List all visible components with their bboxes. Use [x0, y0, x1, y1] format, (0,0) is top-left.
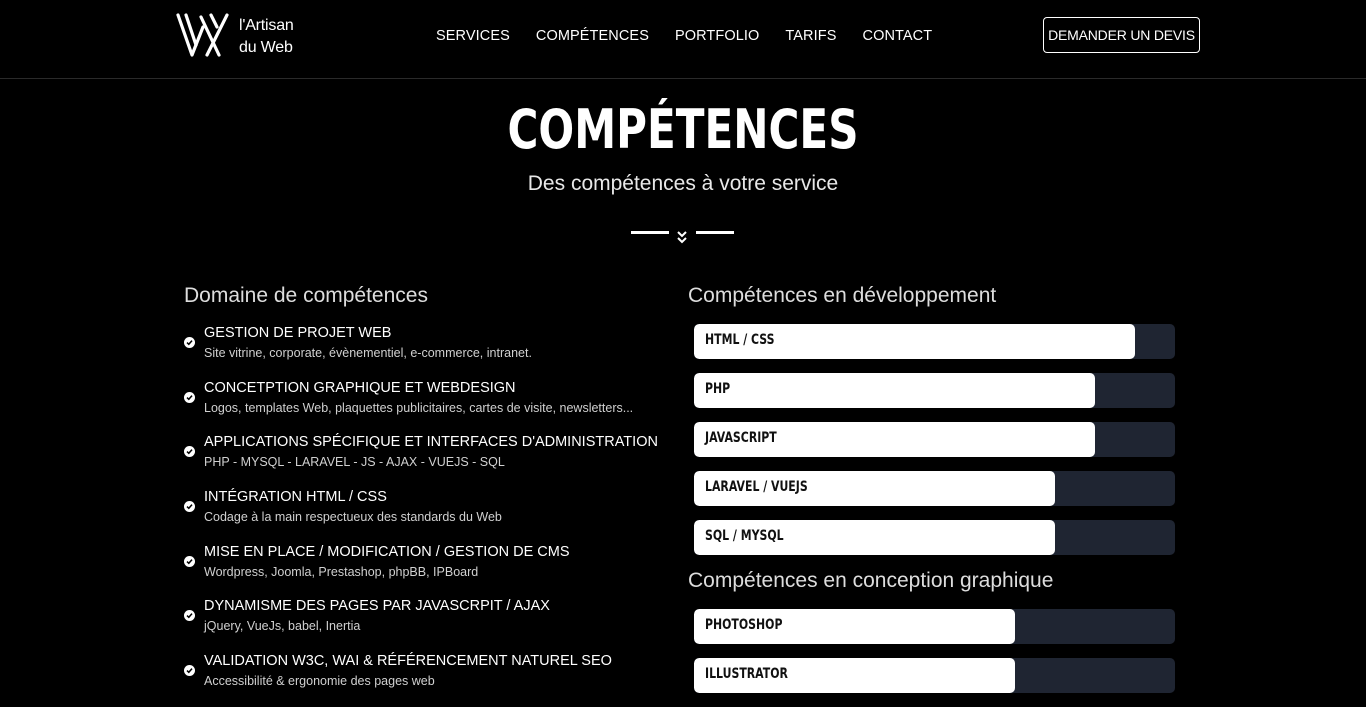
request-quote-button[interactable]: DEMANDER UN DEVIS	[1043, 17, 1200, 53]
skill-name: MISE EN PLACE / MODIFICATION / GESTION D…	[204, 543, 570, 560]
check-circle-icon	[184, 501, 195, 513]
skill-bar-label: PHOTOSHOP	[705, 617, 783, 633]
skill-bar: SQL / MYSQL	[694, 520, 1175, 555]
domain-title: Domaine de compétences	[184, 284, 428, 307]
skill-description: Logos, templates Web, plaquettes publici…	[204, 400, 634, 415]
divider-left	[631, 231, 669, 234]
nav-tarifs[interactable]: TARIFS	[785, 28, 836, 44]
check-circle-icon	[184, 337, 195, 348]
check-circle-icon	[184, 610, 195, 622]
check-circle-icon	[184, 391, 195, 403]
skill-name: GESTION DE PROJET WEB	[204, 325, 392, 341]
skill-name: VALIDATION W3C, WAI & RÉFÉRENCEMENT NATU…	[204, 653, 612, 670]
skill-bar-fill	[694, 373, 1096, 408]
nav-services[interactable]: SERVICES	[436, 28, 510, 44]
skill-name: DYNAMISME DES PAGES PAR JAVASCRPIT / AJA…	[204, 598, 550, 615]
skill-description: Accessibilité & ergonomie des pages web	[204, 674, 435, 689]
nav-portfolio[interactable]: PORTFOLIO	[675, 28, 759, 44]
skill-bar-label: LARAVEL / VUEJS	[705, 479, 808, 495]
skill-description: Wordpress, Joomla, Prestashop, phpBB, IP…	[204, 564, 479, 579]
skill-bar: PHOTOSHOP	[694, 609, 1175, 644]
skill-name: APPLICATIONS SPÉCIFIQUE ET INTERFACES D'…	[204, 434, 658, 451]
dev-skills-title: Compétences en développement	[688, 284, 997, 307]
skill-bar-label: SQL / MYSQL	[705, 528, 784, 544]
skill-name: CONCETPTION GRAPHIQUE ET WEBDESIGN	[204, 379, 516, 396]
nav-contact[interactable]: CONTACT	[863, 28, 933, 44]
check-circle-icon	[184, 446, 195, 458]
check-circle-icon	[184, 665, 195, 677]
skill-bar: LARAVEL / VUEJS	[694, 471, 1175, 506]
list-item: VALIDATION W3C, WAI & RÉFÉRENCEMENT NATU…	[184, 652, 664, 707]
logo-mark-icon	[176, 13, 229, 57]
main-nav: SERVICES COMPÉTENCES PORTFOLIO TARIFS CO…	[423, 28, 945, 44]
skill-description: jQuery, VueJs, babel, Inertia	[204, 619, 361, 634]
check-circle-icon	[184, 555, 195, 567]
brand-logo[interactable]: l'Artisan du Web	[175, 11, 305, 61]
list-item: DYNAMISME DES PAGES PAR JAVASCRPIT / AJA…	[184, 597, 664, 652]
skill-description: Codage à la main respectueux des standar…	[204, 510, 502, 525]
skill-bar-label: PHP	[705, 381, 731, 397]
skill-bar-label: HTML / CSS	[705, 332, 775, 348]
nav-competences[interactable]: COMPÉTENCES	[536, 28, 649, 44]
site-header: l'Artisan du Web SERVICES COMPÉTENCES PO…	[0, 0, 1366, 79]
design-skills-title: Compétences en conception graphique	[688, 569, 1054, 592]
skill-bar-label: JAVASCRIPT	[705, 430, 777, 446]
domain-list: GESTION DE PROJET WEB Site vitrine, corp…	[184, 324, 664, 707]
skill-description: Site vitrine, corporate, évènementiel, e…	[204, 346, 532, 360]
brand-name: l'Artisan du Web	[239, 15, 294, 59]
page-subtitle: Des compétences à votre service	[527, 172, 839, 195]
list-item: MISE EN PLACE / MODIFICATION / GESTION D…	[184, 543, 664, 598]
dev-skill-bars: HTML / CSS PHP JAVASCRIPT LARAVEL / VUEJ…	[694, 324, 1175, 569]
divider-right	[696, 231, 734, 234]
list-item: GESTION DE PROJET WEB Site vitrine, corp…	[184, 324, 664, 379]
brand-line-1: l'Artisan	[239, 17, 294, 34]
skill-bar: JAVASCRIPT	[694, 422, 1175, 457]
skill-bar: ILLUSTRATOR	[694, 658, 1175, 693]
list-item: INTÉGRATION HTML / CSS Codage à la main …	[184, 488, 664, 543]
list-item: APPLICATIONS SPÉCIFIQUE ET INTERFACES D'…	[184, 433, 664, 488]
skill-bar: HTML / CSS	[694, 324, 1175, 359]
skill-bar-label: ILLUSTRATOR	[705, 666, 788, 682]
skill-name: INTÉGRATION HTML / CSS	[204, 489, 387, 506]
design-skill-bars: PHOTOSHOP ILLUSTRATOR	[694, 609, 1175, 707]
brand-line-2: du Web	[239, 39, 293, 56]
page-title: COMPÉTENCES	[507, 98, 859, 161]
list-item: CONCETPTION GRAPHIQUE ET WEBDESIGN Logos…	[184, 379, 664, 434]
double-chevron-down-icon	[677, 231, 687, 244]
skill-description: PHP - MYSQL - LARAVEL - JS - AJAX - VUEJ…	[204, 455, 505, 470]
skill-bar: PHP	[694, 373, 1175, 408]
